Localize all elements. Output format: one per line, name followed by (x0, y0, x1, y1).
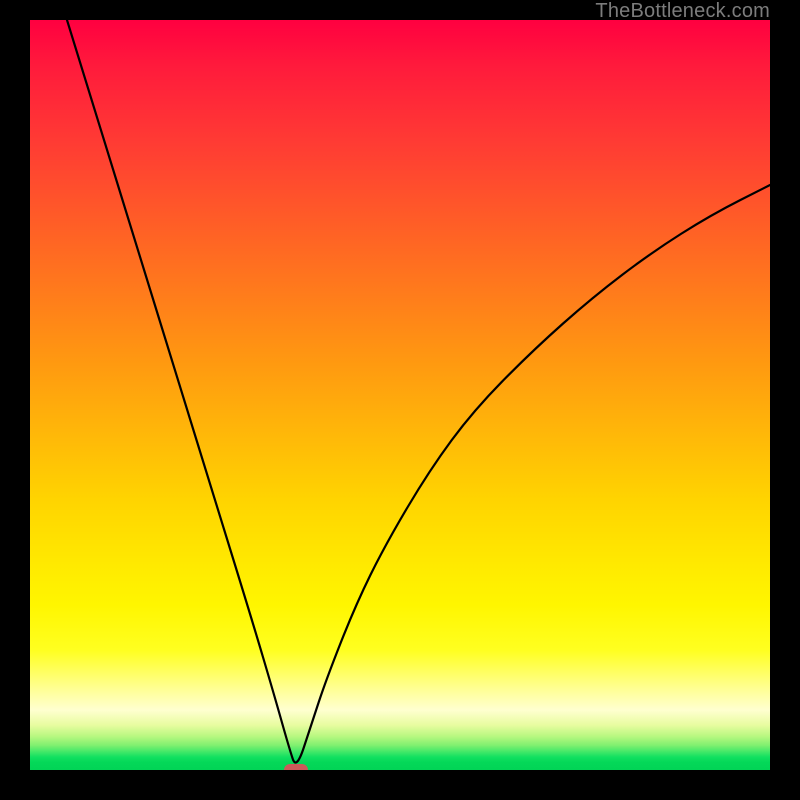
plot-area (30, 20, 770, 770)
minimum-marker (284, 764, 308, 770)
chart-frame: TheBottleneck.com (0, 0, 800, 800)
bottleneck-curve (30, 20, 770, 770)
curve-path (67, 20, 770, 763)
watermark-text: TheBottleneck.com (595, 0, 770, 23)
